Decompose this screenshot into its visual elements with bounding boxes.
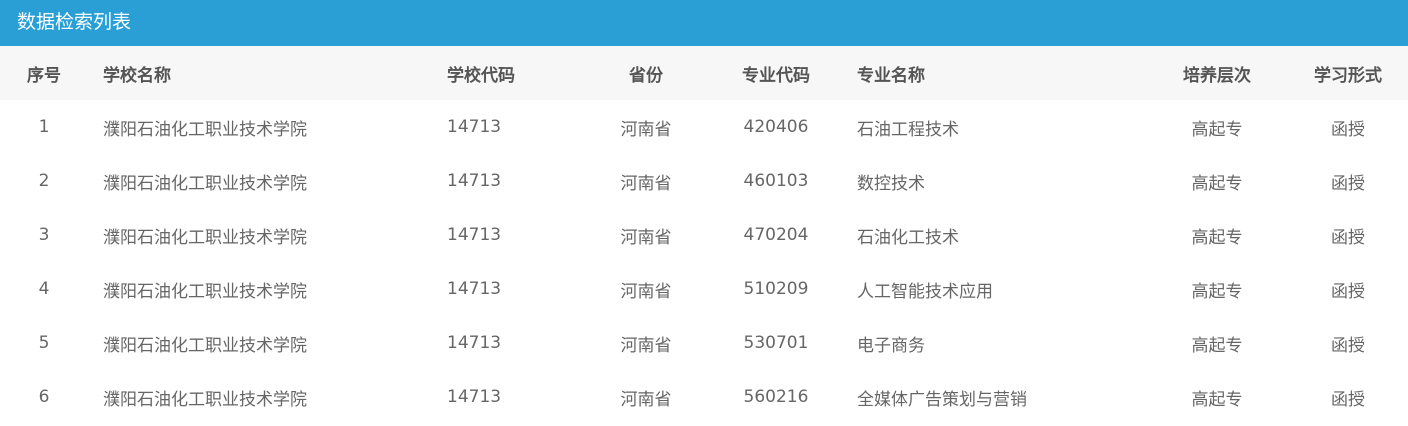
table-row: 2 濮阳石油化工职业技术学院 14713 河南省 460103 数控技术 高起专… bbox=[0, 154, 1408, 208]
cell-province: 河南省 bbox=[620, 281, 672, 302]
cell-province: 河南省 bbox=[620, 389, 672, 410]
data-search-panel: 数据检索列表 序号 学校名称 学校代码 省份 专业代码 专业名称 培养层次 学习… bbox=[0, 0, 1408, 426]
cell-study-form: 函授 bbox=[1331, 335, 1365, 356]
table-row: 3 濮阳石油化工职业技术学院 14713 河南省 470204 石油化工技术 高… bbox=[0, 208, 1408, 262]
column-header-no: 序号 bbox=[0, 46, 88, 100]
cell-major-code: 470204 bbox=[743, 225, 809, 245]
cell-province: 河南省 bbox=[620, 119, 672, 140]
cell-province: 河南省 bbox=[620, 227, 672, 248]
cell-school-code: 14713 bbox=[447, 279, 502, 299]
panel-title: 数据检索列表 bbox=[0, 0, 1408, 46]
cell-level: 高起专 bbox=[1191, 227, 1243, 248]
cell-province: 河南省 bbox=[620, 335, 672, 356]
column-header-major-code: 专业代码 bbox=[710, 46, 842, 100]
cell-study-form: 函授 bbox=[1331, 281, 1365, 302]
cell-no: 6 bbox=[38, 387, 50, 407]
cell-major-code: 420406 bbox=[743, 117, 809, 137]
cell-major-name: 石油化工技术 bbox=[857, 227, 959, 248]
cell-school-name: 濮阳石油化工职业技术学院 bbox=[103, 173, 307, 194]
table-row: 5 濮阳石油化工职业技术学院 14713 河南省 530701 电子商务 高起专… bbox=[0, 316, 1408, 370]
cell-school-name: 濮阳石油化工职业技术学院 bbox=[103, 119, 307, 140]
cell-level: 高起专 bbox=[1191, 389, 1243, 410]
cell-level: 高起专 bbox=[1191, 281, 1243, 302]
cell-school-name: 濮阳石油化工职业技术学院 bbox=[103, 335, 307, 356]
cell-major-name: 电子商务 bbox=[857, 335, 925, 356]
results-table: 序号 学校名称 学校代码 省份 专业代码 专业名称 培养层次 学习形式 1 濮阳… bbox=[0, 46, 1408, 424]
column-header-school-code: 学校代码 bbox=[442, 46, 582, 100]
cell-no: 2 bbox=[38, 171, 50, 191]
cell-level: 高起专 bbox=[1191, 335, 1243, 356]
cell-major-name: 人工智能技术应用 bbox=[857, 281, 993, 302]
cell-school-code: 14713 bbox=[447, 333, 502, 353]
column-header-school-name: 学校名称 bbox=[88, 46, 442, 100]
table-row: 6 濮阳石油化工职业技术学院 14713 河南省 560216 全媒体广告策划与… bbox=[0, 370, 1408, 424]
cell-major-name: 数控技术 bbox=[857, 173, 925, 194]
cell-school-code: 14713 bbox=[447, 225, 502, 245]
cell-no: 4 bbox=[38, 279, 50, 299]
column-header-province: 省份 bbox=[582, 46, 710, 100]
cell-school-code: 14713 bbox=[447, 387, 502, 407]
cell-school-code: 14713 bbox=[447, 171, 502, 191]
cell-no: 1 bbox=[38, 117, 50, 137]
cell-major-name: 石油工程技术 bbox=[857, 119, 959, 140]
column-header-level: 培养层次 bbox=[1146, 46, 1288, 100]
cell-study-form: 函授 bbox=[1331, 173, 1365, 194]
table-row: 1 濮阳石油化工职业技术学院 14713 河南省 420406 石油工程技术 高… bbox=[0, 100, 1408, 154]
cell-school-code: 14713 bbox=[447, 117, 502, 137]
cell-no: 3 bbox=[38, 225, 50, 245]
cell-school-name: 濮阳石油化工职业技术学院 bbox=[103, 281, 307, 302]
cell-study-form: 函授 bbox=[1331, 227, 1365, 248]
cell-major-code: 510209 bbox=[743, 279, 809, 299]
cell-level: 高起专 bbox=[1191, 119, 1243, 140]
cell-study-form: 函授 bbox=[1331, 389, 1365, 410]
cell-major-code: 460103 bbox=[743, 171, 809, 191]
cell-province: 河南省 bbox=[620, 173, 672, 194]
cell-no: 5 bbox=[38, 333, 50, 353]
table-header-row: 序号 学校名称 学校代码 省份 专业代码 专业名称 培养层次 学习形式 bbox=[0, 46, 1408, 100]
cell-school-name: 濮阳石油化工职业技术学院 bbox=[103, 389, 307, 410]
cell-school-name: 濮阳石油化工职业技术学院 bbox=[103, 227, 307, 248]
cell-major-code: 560216 bbox=[743, 387, 809, 407]
cell-major-name: 全媒体广告策划与营销 bbox=[857, 389, 1027, 410]
cell-major-code: 530701 bbox=[743, 333, 809, 353]
column-header-major-name: 专业名称 bbox=[842, 46, 1146, 100]
cell-level: 高起专 bbox=[1191, 173, 1243, 194]
table-row: 4 濮阳石油化工职业技术学院 14713 河南省 510209 人工智能技术应用… bbox=[0, 262, 1408, 316]
cell-study-form: 函授 bbox=[1331, 119, 1365, 140]
column-header-study-form: 学习形式 bbox=[1288, 46, 1408, 100]
